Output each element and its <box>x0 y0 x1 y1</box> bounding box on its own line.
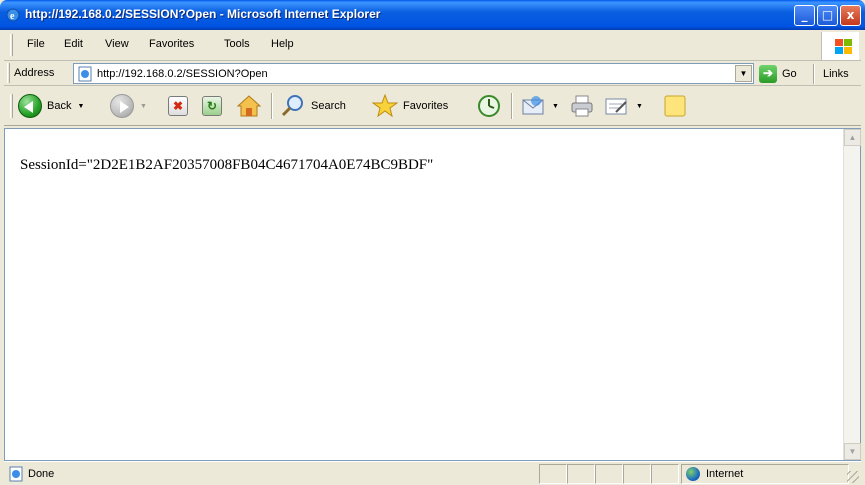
toolbar-grip[interactable] <box>10 94 13 118</box>
back-label: Back <box>47 100 72 112</box>
vertical-scrollbar[interactable]: ▲ ▼ <box>843 129 861 460</box>
menu-view[interactable]: View <box>105 38 129 50</box>
print-button[interactable] <box>569 92 595 120</box>
refresh-icon: ↻ <box>202 96 222 116</box>
go-arrow-icon[interactable]: ➔ <box>759 65 777 83</box>
menu-tools[interactable]: Tools <box>224 38 250 50</box>
mail-button[interactable]: ▼ <box>520 92 559 120</box>
svg-text:e: e <box>10 11 15 22</box>
menu-file[interactable]: File <box>27 38 45 50</box>
back-arrow-icon <box>18 94 42 118</box>
window-title: http://192.168.0.2/SESSION?Open - Micros… <box>25 7 381 21</box>
favorites-label: Favorites <box>403 100 449 112</box>
zone-label: Internet <box>706 468 744 480</box>
menu-edit[interactable]: Edit <box>64 38 83 50</box>
stop-button[interactable]: ✖ <box>168 92 188 120</box>
home-button[interactable] <box>236 92 262 120</box>
security-zone-panel[interactable]: Internet <box>681 464 849 484</box>
globe-icon <box>686 467 700 481</box>
stop-icon: ✖ <box>168 96 188 116</box>
history-icon <box>478 95 500 117</box>
scroll-down-button[interactable]: ▼ <box>844 443 861 460</box>
links-divider <box>813 64 815 84</box>
refresh-button[interactable]: ↻ <box>202 92 222 120</box>
printer-icon <box>571 95 593 117</box>
back-button[interactable]: Back ▼ <box>18 92 84 120</box>
favorites-button[interactable]: Favorites <box>372 92 448 120</box>
forward-arrow-icon <box>110 94 134 118</box>
address-input[interactable]: http://192.168.0.2/SESSION?Open ▼ <box>73 63 754 84</box>
address-url: http://192.168.0.2/SESSION?Open <box>97 68 268 80</box>
standard-toolbar: Back ▼ ▼ ✖ ↻ Search Favorites ▼ ▼ <box>4 86 861 126</box>
status-bar: Done Internet <box>4 461 861 485</box>
status-panel <box>567 464 595 484</box>
history-button[interactable] <box>476 92 502 120</box>
scroll-up-button[interactable]: ▲ <box>844 129 861 146</box>
mail-icon <box>522 96 544 115</box>
page-done-icon <box>9 466 23 482</box>
note-icon <box>664 95 686 117</box>
close-button[interactable]: x <box>840 5 861 26</box>
search-label: Search <box>311 100 346 112</box>
page-content[interactable]: SessionId="2D2E1B2AF20357008FB04C4671704… <box>4 128 861 461</box>
title-bar[interactable]: e http://192.168.0.2/SESSION?Open - Micr… <box>0 0 865 30</box>
star-icon <box>372 94 398 118</box>
search-icon <box>281 95 303 117</box>
status-panel <box>651 464 679 484</box>
toolbar-divider <box>271 93 273 119</box>
menu-bar: File Edit View Favorites Tools Help <box>4 30 861 61</box>
chevron-down-icon: ▼ <box>77 102 85 110</box>
resize-grip-icon[interactable] <box>847 471 859 483</box>
toolbar-divider <box>511 93 513 119</box>
address-bar: Address http://192.168.0.2/SESSION?Open … <box>4 61 861 86</box>
address-label: Address <box>14 67 55 79</box>
address-dropdown-button[interactable]: ▼ <box>735 65 752 82</box>
address-grip[interactable] <box>7 63 10 83</box>
forward-button[interactable]: ▼ <box>110 92 147 120</box>
minimize-button[interactable]: _ <box>794 5 815 26</box>
menu-favorites[interactable]: Favorites <box>149 38 194 50</box>
status-panel <box>539 464 567 484</box>
menu-help[interactable]: Help <box>271 38 294 50</box>
home-icon <box>236 95 262 117</box>
chevron-down-icon: ▼ <box>552 102 559 110</box>
status-text: Done <box>28 468 55 480</box>
messenger-button[interactable] <box>662 92 688 120</box>
chevron-down-icon: ▼ <box>636 102 643 110</box>
status-panel <box>623 464 651 484</box>
go-button[interactable]: Go <box>782 68 797 80</box>
maximize-button[interactable]: □ <box>817 5 838 26</box>
chevron-down-icon: ▼ <box>140 102 147 110</box>
links-button[interactable]: Links <box>823 68 849 80</box>
edit-page-icon <box>605 98 627 115</box>
windows-flag-icon <box>821 32 859 60</box>
menu-grip[interactable] <box>10 34 13 56</box>
search-button[interactable]: Search <box>280 92 346 120</box>
status-panel <box>595 464 623 484</box>
page-icon <box>78 66 92 82</box>
session-id-text: SessionId="2D2E1B2AF20357008FB04C4671704… <box>20 157 434 173</box>
edit-button[interactable]: ▼ <box>604 92 643 120</box>
ie-logo-icon: e <box>6 8 20 22</box>
